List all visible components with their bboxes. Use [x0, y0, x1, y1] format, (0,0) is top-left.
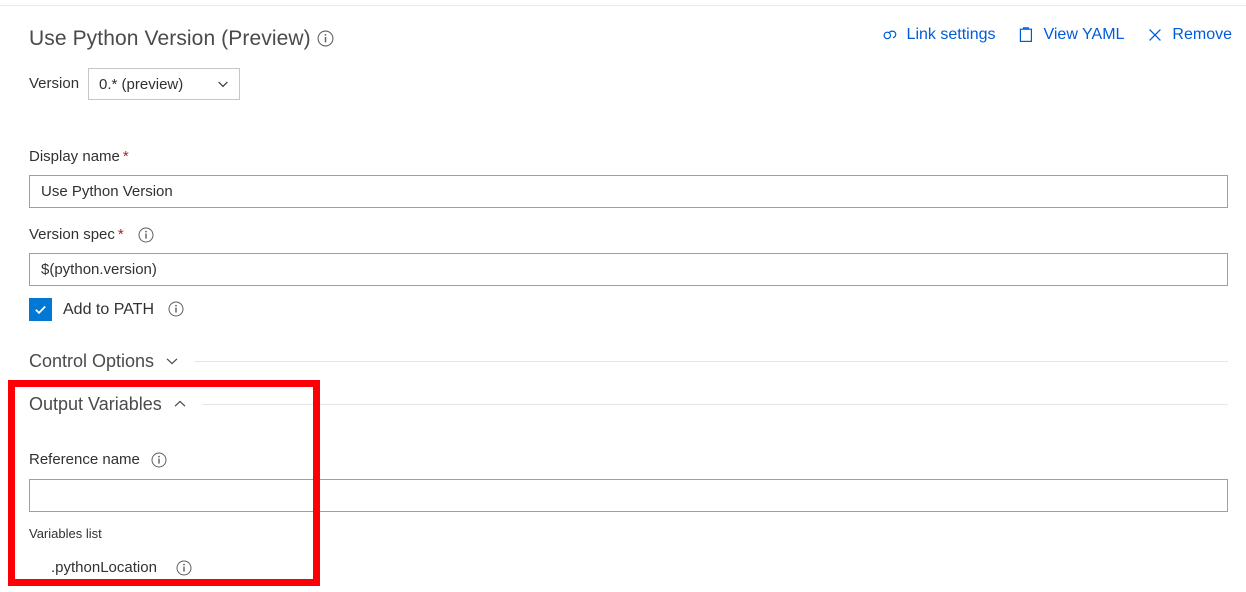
version-spec-field-group: Version spec * — [29, 225, 1228, 286]
section-output-variables-title: Output Variables — [29, 392, 162, 416]
info-icon[interactable] — [138, 227, 155, 244]
display-name-input[interactable] — [29, 175, 1228, 208]
section-divider — [194, 361, 1228, 362]
reference-name-input[interactable] — [29, 479, 1228, 512]
remove-button[interactable]: Remove — [1146, 24, 1232, 46]
page-title: Use Python Version (Preview) — [29, 24, 311, 54]
info-icon[interactable] — [151, 452, 168, 469]
output-variables-content: Reference name Variables list .pythonLoc… — [29, 450, 1228, 578]
add-to-path-label: Add to PATH — [63, 299, 154, 321]
list-item: .pythonLocation — [51, 558, 1228, 578]
header-actions: Link settings View YAML — [881, 24, 1232, 46]
chevron-down-icon — [164, 353, 180, 369]
required-marker: * — [123, 147, 129, 167]
variable-name: .pythonLocation — [51, 558, 157, 578]
checkmark-icon — [33, 302, 48, 317]
view-yaml-label: View YAML — [1043, 24, 1124, 46]
reference-name-label: Reference name — [29, 450, 1228, 470]
info-icon[interactable] — [317, 30, 334, 47]
link-icon — [881, 26, 899, 44]
reference-name-label-text: Reference name — [29, 450, 140, 470]
link-settings-button[interactable]: Link settings — [881, 24, 996, 46]
section-control-options[interactable]: Control Options — [29, 349, 1228, 373]
section-output-variables[interactable]: Output Variables — [29, 392, 1228, 416]
version-spec-label: Version spec * — [29, 225, 1228, 245]
version-dropdown-value: 0.* (preview) — [99, 76, 183, 93]
info-icon[interactable] — [168, 301, 185, 318]
display-name-label-text: Display name — [29, 147, 120, 167]
version-spec-label-text: Version spec — [29, 225, 115, 245]
task-editor-panel: Use Python Version (Preview) Link settin… — [0, 0, 1246, 592]
chevron-up-icon — [172, 396, 188, 412]
display-name-field-group: Display name * — [29, 147, 1228, 208]
version-spec-input[interactable] — [29, 253, 1228, 286]
info-icon[interactable] — [176, 560, 193, 577]
version-row: Version 0.* (preview) — [29, 68, 240, 100]
close-icon — [1146, 26, 1164, 44]
clipboard-icon — [1017, 26, 1035, 44]
version-dropdown[interactable]: 0.* (preview) — [88, 68, 240, 100]
display-name-label: Display name * — [29, 147, 1228, 167]
chevron-down-icon — [216, 77, 230, 91]
section-divider — [202, 404, 1228, 405]
view-yaml-button[interactable]: View YAML — [1017, 24, 1124, 46]
version-label: Version — [29, 74, 79, 94]
link-settings-label: Link settings — [907, 24, 996, 46]
section-control-options-title: Control Options — [29, 349, 154, 373]
add-to-path-row: Add to PATH — [29, 298, 185, 321]
add-to-path-checkbox[interactable] — [29, 298, 52, 321]
variables-list-title: Variables list — [29, 525, 1228, 543]
required-marker: * — [118, 225, 124, 245]
remove-label: Remove — [1172, 24, 1232, 46]
